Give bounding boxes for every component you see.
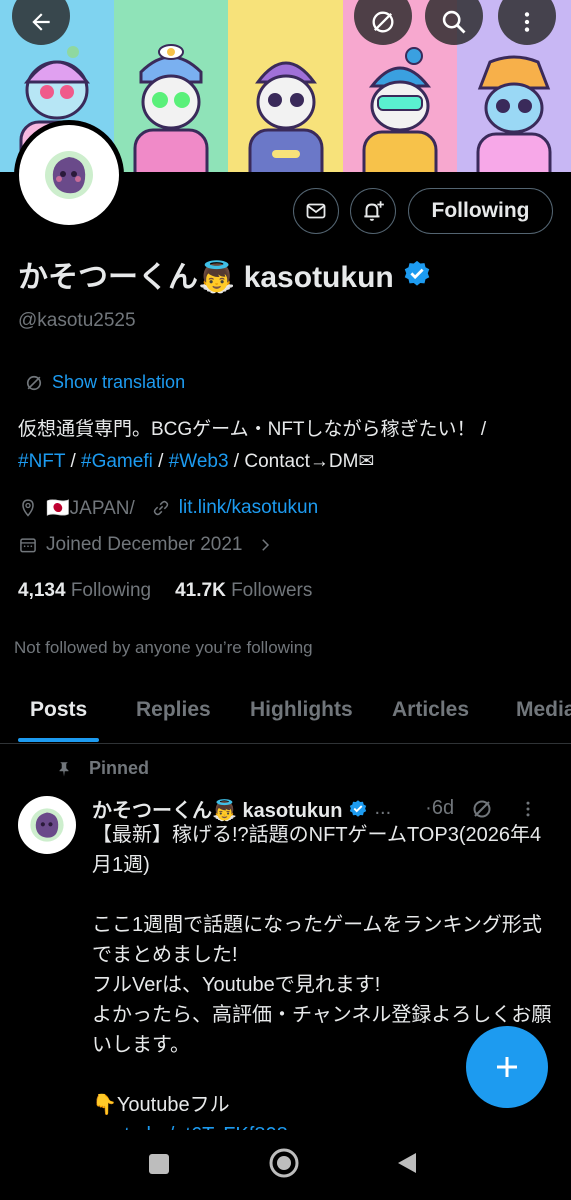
profile-handle: @kasotu2525 <box>18 310 136 331</box>
more-vertical-icon <box>524 12 530 32</box>
recents-icon[interactable] <box>149 1154 169 1174</box>
post-author-avatar[interactable] <box>18 796 76 854</box>
mail-icon <box>306 203 326 219</box>
compose-button[interactable] <box>466 1026 548 1108</box>
profile-tabs: Posts Replies Highlights Articles Media <box>0 690 571 744</box>
show-translation-link[interactable]: Show translation <box>24 372 185 393</box>
hashtag-link[interactable]: #NFT <box>18 451 65 472</box>
following-count: 4,134 <box>18 580 66 601</box>
link-icon <box>153 500 168 516</box>
bio-separator: / <box>152 451 169 472</box>
bio-separator: / <box>65 451 82 472</box>
message-button[interactable] <box>293 188 339 234</box>
post-time[interactable]: ·6d <box>425 797 454 820</box>
tab-articles[interactable]: Articles <box>392 690 469 730</box>
translate-icon <box>372 11 394 33</box>
translate-icon <box>26 375 42 390</box>
pinned-indicator: Pinned <box>55 758 149 779</box>
profile-bio: 仮想通貨専門。BCGゲーム・NFTしながら稼ぎたい！ / #NFT / #Gam… <box>18 414 558 478</box>
not-followed-notice: Not followed by anyone you’re following <box>14 638 313 657</box>
active-tab-indicator <box>18 738 99 742</box>
show-translation-label: Show translation <box>52 372 186 392</box>
calendar-icon <box>20 538 36 553</box>
skull-character-image <box>133 44 209 172</box>
truncation-ellipsis: ... <box>374 797 392 819</box>
verified-badge-icon[interactable] <box>402 259 432 289</box>
avatar-character-image <box>45 151 93 199</box>
system-nav-icons <box>149 1148 416 1178</box>
skull-character-image <box>476 55 552 172</box>
bell-plus-icon <box>364 201 384 221</box>
location-text: 🇯🇵JAPAN/ <box>46 498 135 519</box>
followers-label: Followers <box>231 580 313 601</box>
plus-icon <box>497 1057 517 1077</box>
skull-character-image <box>362 47 438 172</box>
pinned-label: Pinned <box>89 758 150 778</box>
pin-icon <box>59 761 69 776</box>
hashtag-link[interactable]: #Gamefi <box>81 451 153 472</box>
system-navigation-bar <box>0 1130 571 1200</box>
tab-replies[interactable]: Replies <box>136 690 211 730</box>
translate-icon[interactable] <box>470 797 494 821</box>
tab-media[interactable]: Media <box>516 690 571 730</box>
profile-avatar[interactable] <box>14 120 124 230</box>
following-count-link[interactable]: 4,134 Following <box>18 580 151 602</box>
notifications-button[interactable] <box>350 188 396 234</box>
back-nav-icon[interactable] <box>398 1153 416 1173</box>
banner-stripe <box>114 0 229 172</box>
tab-posts[interactable]: Posts <box>30 690 87 730</box>
profile-name-row: かそつーくん👼 kasotukun <box>18 252 432 296</box>
verified-badge-icon <box>350 799 367 817</box>
arrow-left-icon <box>32 13 50 31</box>
chevron-right-icon <box>262 539 270 551</box>
hashtag-link[interactable]: #Web3 <box>169 451 229 472</box>
post-header: かそつーくん👼 kasotukun ... ·6d <box>92 794 552 823</box>
location-pin-icon <box>22 499 34 517</box>
tab-highlights[interactable]: Highlights <box>250 690 353 730</box>
avatar-image <box>19 125 119 225</box>
display-name: かそつーくん👼 kasotukun <box>18 261 394 294</box>
more-vertical-icon[interactable] <box>518 799 538 819</box>
followers-count-link[interactable]: 41.7K Followers <box>175 580 312 602</box>
post-author-name[interactable]: かそつーくん👼 kasotukun <box>92 794 342 823</box>
website-link[interactable]: lit.link/kasotukun <box>179 497 318 519</box>
profile-meta-row: 🇯🇵JAPAN/ lit.link/kasotukun <box>18 496 318 520</box>
joined-date: Joined December 2021 <box>46 534 243 555</box>
following-label: Following <box>70 580 152 601</box>
search-icon <box>442 10 466 34</box>
skull-character-image <box>248 61 323 172</box>
bio-tags-line: #NFT / #Gamefi / #Web3 / Contact→DM✉ <box>18 446 558 478</box>
banner-stripe <box>228 0 343 172</box>
bio-line: 仮想通貨専門。BCGゲーム・NFTしながら稼ぎたい！ / <box>18 419 487 440</box>
following-button[interactable]: Following <box>408 188 553 234</box>
avatar-character-image <box>30 808 64 842</box>
followers-count: 41.7K <box>175 580 226 601</box>
joined-row[interactable]: Joined December 2021 <box>18 534 274 556</box>
follow-counts: 4,134 Following 41.7K Followers <box>18 580 312 602</box>
bio-contact: / Contact→DM✉ <box>228 451 375 472</box>
